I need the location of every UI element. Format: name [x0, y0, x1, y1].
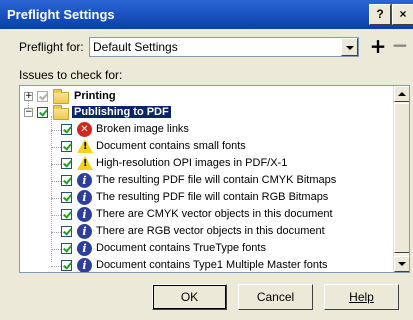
item-label: Document contains TrueType fonts — [96, 242, 266, 254]
tree-item[interactable]: i Document contains TrueType fonts — [20, 241, 390, 257]
printing-label: Printing — [74, 90, 116, 102]
tree-item[interactable]: i There are CMYK vector objects in this … — [20, 207, 390, 223]
close-button[interactable]: × — [392, 4, 413, 25]
publishing-checkbox[interactable] — [37, 107, 48, 118]
info-icon: i — [77, 190, 92, 205]
scroll-thumb[interactable] — [394, 103, 409, 253]
tree-node-publishing[interactable]: − Publishing to PDF — [20, 105, 320, 121]
ok-button[interactable]: OK — [152, 284, 227, 310]
add-profile-button[interactable]: + — [368, 36, 388, 57]
item-label: High-resolution OPI images in PDF/X-1 — [96, 157, 288, 169]
tree-connector — [51, 130, 61, 131]
preflight-settings-dialog: Preflight Settings ? × Preflight for: De… — [0, 0, 413, 320]
item-checkbox[interactable] — [61, 192, 72, 203]
warning-icon: ! — [77, 156, 93, 170]
scroll-down-arrow-icon[interactable] — [394, 256, 409, 272]
item-checkbox[interactable] — [61, 260, 72, 271]
item-checkbox[interactable] — [61, 175, 72, 186]
item-label: The resulting PDF file will contain RGB … — [96, 191, 329, 203]
tree-connector — [51, 249, 61, 250]
item-label: There are RGB vector objects in this doc… — [96, 225, 325, 237]
preflight-for-dropdown[interactable]: Default Settings — [89, 37, 359, 57]
item-label: Document contains small fonts — [96, 140, 246, 152]
item-checkbox[interactable] — [61, 124, 72, 135]
help-button[interactable]: Help — [324, 284, 399, 310]
tree-connector — [51, 164, 61, 165]
collapse-minus-icon[interactable]: − — [24, 108, 33, 117]
scroll-up-arrow-icon[interactable] — [394, 86, 409, 102]
tree-connector — [51, 266, 61, 267]
info-icon: i — [77, 258, 92, 272]
window-title: Preflight Settings — [7, 7, 115, 22]
item-label: There are CMYK vector objects in this do… — [96, 208, 333, 220]
help-question-button[interactable]: ? — [369, 4, 391, 25]
remove-profile-button[interactable]: − — [390, 35, 410, 57]
preflight-for-label: Preflight for: — [19, 40, 84, 54]
tree-item[interactable]: i There are RGB vector objects in this d… — [20, 224, 390, 240]
folder-icon — [53, 89, 69, 104]
info-icon: i — [77, 241, 92, 256]
titlebar[interactable]: Preflight Settings ? × — [0, 0, 413, 29]
info-icon: i — [77, 224, 92, 239]
item-checkbox[interactable] — [61, 226, 72, 237]
tree-connector — [51, 215, 61, 216]
item-checkbox[interactable] — [61, 243, 72, 254]
warning-icon: ! — [77, 139, 93, 153]
chevron-down-icon[interactable] — [341, 38, 358, 56]
item-label: Document contains Type1 Multiple Master … — [96, 259, 328, 271]
tree-connector — [51, 181, 61, 182]
tree-item[interactable]: i The resulting PDF file will contain RG… — [20, 190, 390, 206]
item-checkbox[interactable] — [61, 141, 72, 152]
preflight-for-value: Default Settings — [93, 40, 178, 54]
item-checkbox[interactable] — [61, 209, 72, 220]
printing-checkbox[interactable] — [37, 91, 48, 102]
tree-node-printing[interactable]: + Printing — [20, 89, 320, 105]
tree-connector — [51, 198, 61, 199]
publishing-label: Publishing to PDF — [72, 106, 171, 118]
issues-tree[interactable]: + Printing − Publishing to PDF ✕ Broken … — [19, 85, 410, 273]
tree-item[interactable]: ✕ Broken image links — [20, 122, 390, 138]
info-icon: i — [77, 173, 92, 188]
tree-item[interactable]: ! High-resolution OPI images in PDF/X-1 — [20, 156, 390, 172]
tree-connector — [51, 232, 61, 233]
item-label: Broken image links — [96, 123, 189, 135]
folder-open-icon — [53, 105, 69, 120]
expand-plus-icon[interactable]: + — [24, 92, 33, 101]
cancel-button[interactable]: Cancel — [238, 284, 313, 310]
tree-connector — [51, 147, 61, 148]
error-icon: ✕ — [77, 122, 92, 137]
issues-label: Issues to check for: — [19, 68, 123, 82]
item-label: The resulting PDF file will contain CMYK… — [96, 174, 337, 186]
vertical-scrollbar[interactable] — [393, 86, 409, 272]
tree-item[interactable]: ! Document contains small fonts — [20, 139, 390, 155]
info-icon: i — [77, 207, 92, 222]
item-checkbox[interactable] — [61, 158, 72, 169]
tree-item[interactable]: i Document contains Type1 Multiple Maste… — [20, 258, 390, 272]
tree-item[interactable]: i The resulting PDF file will contain CM… — [20, 173, 390, 189]
